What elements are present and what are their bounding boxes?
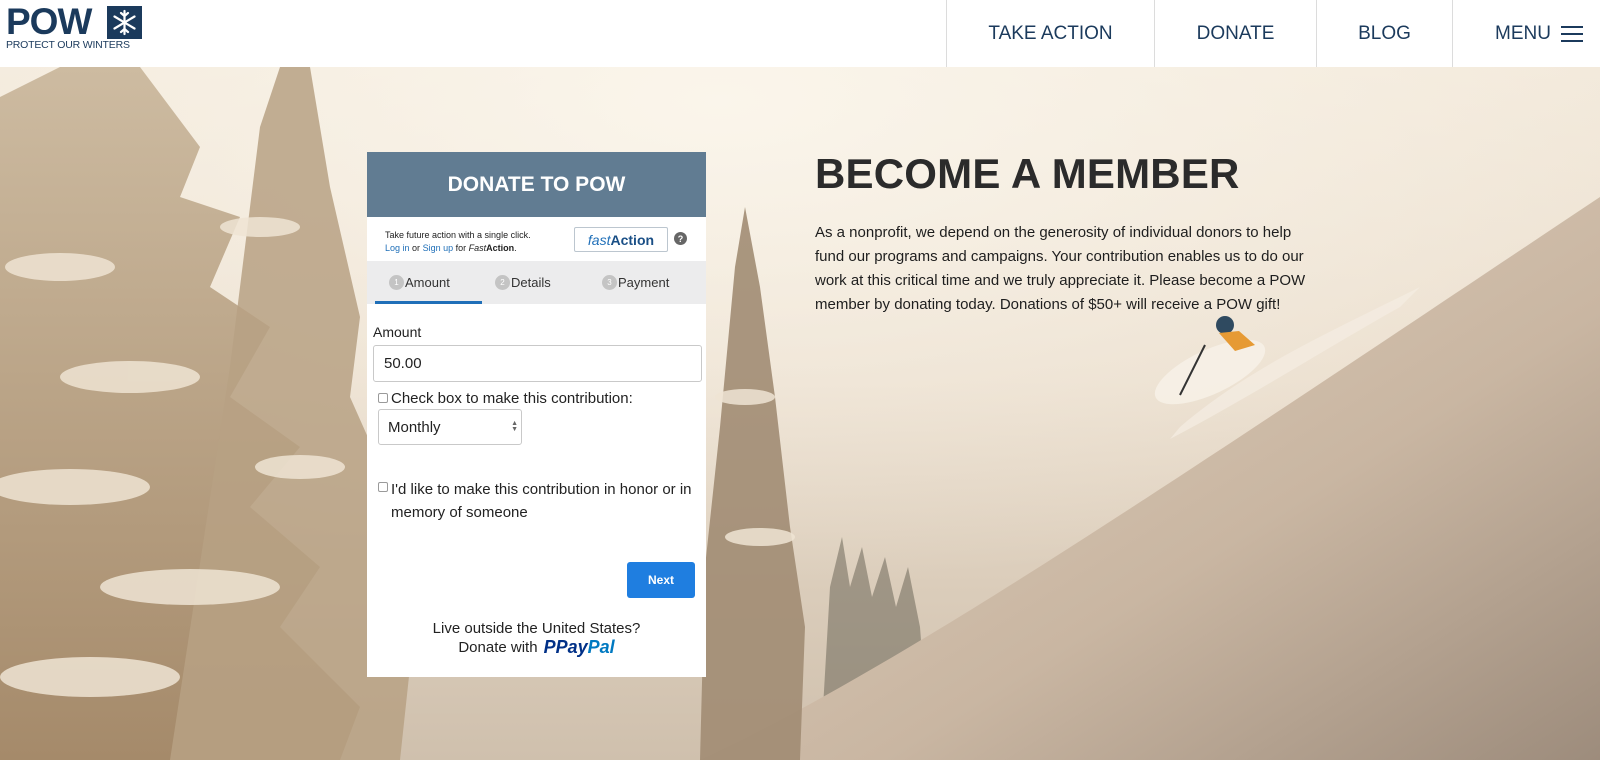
step-number-3: 3 <box>602 275 617 290</box>
next-button[interactable]: Next <box>627 562 695 598</box>
paypal-donate-row: Donate with P PayPal <box>367 637 706 658</box>
main-nav: TAKE ACTION DONATE BLOG MENU <box>946 0 1600 67</box>
logo-wordmark: POW <box>6 1 92 42</box>
nav-blog[interactable]: BLOG <box>1316 0 1452 67</box>
recurring-label: Check box to make this contribution: <box>391 390 633 407</box>
international-question: Live outside the United States? <box>432 620 641 637</box>
select-arrows-icon: ▲ ▼ <box>511 420 518 433</box>
form-title: DONATE TO POW <box>367 152 706 217</box>
frequency-select[interactable]: Monthly ▲ ▼ <box>378 409 522 445</box>
nav-menu-button[interactable]: MENU <box>1452 0 1600 67</box>
paypal-logo-icon[interactable]: P <box>544 637 556 658</box>
snowy-forest-skier-photo <box>0 67 1600 760</box>
fastaction-bar: Take future action with a single click. … <box>367 217 706 261</box>
hero-background <box>0 67 1600 760</box>
tab-payment[interactable]: 3 Payment <box>602 261 669 304</box>
honor-checkbox[interactable] <box>378 482 388 492</box>
paypal-link[interactable]: PayPal <box>556 637 615 658</box>
nav-menu-label: MENU <box>1495 22 1551 44</box>
amount-input[interactable] <box>373 345 702 382</box>
step-number-1: 1 <box>389 275 404 290</box>
donate-with-label: Donate with <box>458 639 538 656</box>
membership-description: As a nonprofit, we depend on the generos… <box>815 224 1306 313</box>
fastaction-prompt: Take future action with a single click. … <box>385 230 531 253</box>
tab-details[interactable]: 2 Details <box>495 261 551 304</box>
amount-label: Amount <box>373 324 422 340</box>
logo-tagline: PROTECT OUR WINTERS <box>6 39 130 51</box>
frequency-value: Monthly <box>388 418 441 436</box>
nav-take-action[interactable]: TAKE ACTION <box>946 0 1154 67</box>
login-link[interactable]: Log in <box>385 243 410 253</box>
step-number-2: 2 <box>495 275 510 290</box>
honor-label: I'd like to make this contribution in ho… <box>391 481 692 521</box>
hamburger-icon <box>1560 25 1583 42</box>
snowflake-icon <box>107 6 142 39</box>
help-icon[interactable]: ? <box>674 232 687 245</box>
pow-logo[interactable]: POW PROTECT OUR WINTERS <box>6 1 142 51</box>
donation-form: DONATE TO POW Take future action with a … <box>367 152 706 677</box>
nav-donate[interactable]: DONATE <box>1154 0 1316 67</box>
fastaction-badge[interactable]: fast Action <box>574 227 668 252</box>
step-tabs: 1 Amount 2 Details 3 Payment <box>367 261 706 304</box>
active-tab-indicator <box>375 301 482 304</box>
signup-link[interactable]: Sign up <box>423 243 454 253</box>
recurring-checkbox[interactable] <box>378 393 388 403</box>
page-title: BECOME A MEMBER <box>815 150 1240 197</box>
site-header: POW PROTECT OUR WINTERS TAKE ACTION DONA… <box>0 0 1600 67</box>
tab-amount[interactable]: 1 Amount <box>389 261 450 304</box>
